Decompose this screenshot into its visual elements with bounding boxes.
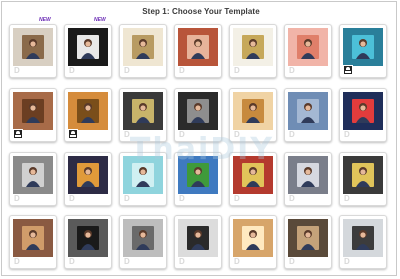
red-billboard-icon <box>233 156 273 194</box>
mobile-phone-icon <box>343 219 383 257</box>
logo-d-icon: D <box>289 194 295 203</box>
template-card[interactable]: D <box>284 24 332 78</box>
user-icon <box>13 129 23 139</box>
template-card[interactable]: D <box>119 152 167 206</box>
dark-phone-icon <box>178 219 218 257</box>
ornate-circle-icon <box>123 92 163 130</box>
template-card[interactable]: D <box>9 24 57 78</box>
template-panel: Step 1: Choose Your Template D NEW D NEW D D D… <box>1 1 397 276</box>
template-card[interactable]: D <box>339 88 387 142</box>
frame-gallery-icon <box>13 28 53 66</box>
logo-d-icon: D <box>179 194 185 203</box>
gold-grid-icon <box>233 219 273 257</box>
round-frame-icon <box>233 28 273 66</box>
logo-d-icon: D <box>344 130 350 139</box>
template-card[interactable]: D <box>284 88 332 142</box>
template-card[interactable]: D <box>9 152 57 206</box>
logo-d-icon: D <box>179 66 185 75</box>
logo-d-icon: D <box>14 66 20 75</box>
template-card[interactable]: D <box>9 215 57 269</box>
logo-d-icon: D <box>289 130 295 139</box>
template-card[interactable]: D <box>174 152 222 206</box>
logo-d-icon: D <box>124 257 130 266</box>
template-card[interactable]: D <box>64 152 112 206</box>
logo-d-icon: D <box>179 130 185 139</box>
photo-frame-icon <box>123 28 163 66</box>
logo-d-icon: D <box>14 257 20 266</box>
bubble-frame-icon <box>123 156 163 194</box>
building-billboard-icon <box>13 92 53 130</box>
camera-screen-icon <box>343 28 383 66</box>
logo-d-icon: D <box>179 257 185 266</box>
night-city-icon <box>68 156 108 194</box>
logo-d-icon: D <box>69 257 75 266</box>
logo-d-icon: D <box>69 66 75 75</box>
template-card[interactable]: D <box>284 215 332 269</box>
wooden-ring-icon <box>68 92 108 130</box>
template-card[interactable]: D <box>64 215 112 269</box>
brick-wall-icon <box>178 28 218 66</box>
phones-icon <box>343 156 383 194</box>
logo-d-icon: D <box>124 194 130 203</box>
tv-screen-icon <box>288 219 328 257</box>
new-badge: NEW <box>94 17 106 23</box>
template-card[interactable]: D <box>174 88 222 142</box>
template-card[interactable]: D <box>229 215 277 269</box>
user-icon <box>343 65 353 75</box>
template-grid: D NEW D NEW D D D D D D D D D D D D D D D D D D D D D D D <box>9 17 393 276</box>
template-card[interactable]: D <box>229 88 277 142</box>
logo-d-icon: D <box>69 194 75 203</box>
template-card[interactable] <box>339 24 387 78</box>
template-card[interactable] <box>9 88 57 142</box>
logo-d-icon: D <box>234 130 240 139</box>
new-badge: NEW <box>39 17 51 23</box>
stadium-screen-icon <box>178 156 218 194</box>
template-card[interactable]: D <box>174 215 222 269</box>
logo-d-icon: D <box>124 130 130 139</box>
camera-hand-icon <box>178 92 218 130</box>
template-card[interactable]: D <box>174 24 222 78</box>
logo-d-icon: D <box>344 194 350 203</box>
logo-d-icon: D <box>14 194 20 203</box>
bw-street-icon <box>13 156 53 194</box>
template-card[interactable]: D <box>119 24 167 78</box>
logo-d-icon: D <box>289 257 295 266</box>
logo-d-icon: D <box>234 66 240 75</box>
teddy-bear-icon <box>233 92 273 130</box>
template-card[interactable]: D <box>64 24 112 78</box>
template-card[interactable]: D <box>119 215 167 269</box>
template-card[interactable]: D <box>229 24 277 78</box>
page-title: Step 1: Choose Your Template <box>142 7 260 16</box>
times-square-icon <box>343 92 383 130</box>
template-card[interactable]: D <box>339 152 387 206</box>
template-card[interactable]: D <box>229 152 277 206</box>
brick-street-icon <box>13 219 53 257</box>
logo-d-icon: D <box>234 257 240 266</box>
burst-frame-icon <box>288 28 328 66</box>
template-card[interactable]: D <box>284 152 332 206</box>
sports-car-icon <box>68 28 108 66</box>
logo-d-icon: D <box>124 66 130 75</box>
logo-d-icon: D <box>344 257 350 266</box>
user-icon <box>68 129 78 139</box>
tower-screen-icon <box>288 156 328 194</box>
crystal-ball-icon <box>68 219 108 257</box>
template-card[interactable]: D <box>339 215 387 269</box>
logo-d-icon: D <box>234 194 240 203</box>
city-street-icon <box>288 92 328 130</box>
logo-d-icon: D <box>289 66 295 75</box>
template-card[interactable] <box>64 88 112 142</box>
template-card[interactable]: D <box>119 88 167 142</box>
bw-frame-icon <box>123 219 163 257</box>
